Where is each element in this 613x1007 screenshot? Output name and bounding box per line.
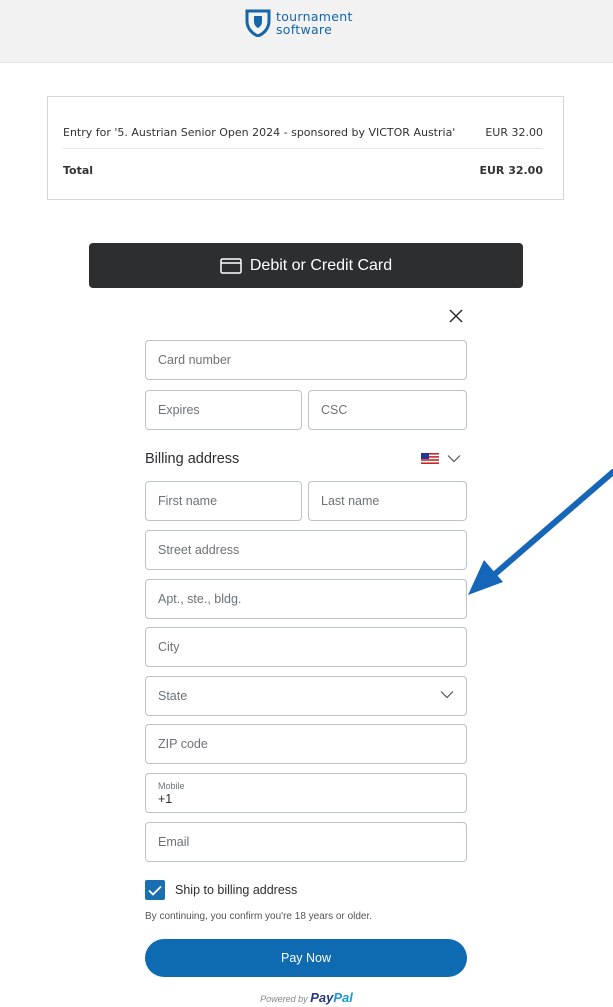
street-address-input[interactable]: Street address xyxy=(145,530,467,570)
pay-now-button[interactable]: Pay Now xyxy=(145,939,467,977)
apt-input[interactable]: Apt., ste., bldg. xyxy=(145,579,467,619)
mobile-input[interactable]: Mobile +1 xyxy=(145,773,467,813)
entry-label: Entry for '5. Austrian Senior Open 2024 … xyxy=(63,126,456,139)
total-label: Total xyxy=(63,164,94,177)
last-name-placeholder: Last name xyxy=(321,494,380,508)
city-placeholder: City xyxy=(158,640,180,654)
logo-line-2: software xyxy=(276,22,333,37)
order-summary: Entry for '5. Austrian Senior Open 2024 … xyxy=(47,96,564,200)
entry-amount: EUR 32.00 xyxy=(485,126,543,139)
header-bar: tournament software xyxy=(0,0,613,63)
close-icon[interactable] xyxy=(447,307,465,325)
state-placeholder: State xyxy=(158,689,188,703)
shield-logo-icon xyxy=(245,9,271,37)
card-number-placeholder: Card number xyxy=(158,353,231,367)
powered-by-paypal: Powered by PayPal xyxy=(0,990,613,1005)
expires-placeholder: Expires xyxy=(158,403,200,417)
age-disclaimer: By continuing, you confirm you're 18 yea… xyxy=(145,911,373,922)
card-number-input[interactable]: Card number xyxy=(145,340,467,380)
pay-now-label: Pay Now xyxy=(280,951,332,965)
expires-input[interactable]: Expires xyxy=(145,390,302,430)
ship-to-billing-label: Ship to billing address xyxy=(175,883,298,897)
powered-by-text: Powered by xyxy=(260,994,308,1004)
csc-input[interactable]: CSC xyxy=(308,390,467,430)
card-button-label: Debit or Credit Card xyxy=(249,256,393,274)
ship-to-billing-option: Ship to billing address xyxy=(145,880,297,900)
zip-code-input[interactable]: ZIP code xyxy=(145,724,467,764)
apt-placeholder: Apt., ste., bldg. xyxy=(158,592,242,606)
total-row: Total EUR 32.00 xyxy=(63,164,543,177)
checkmark-icon xyxy=(148,885,162,896)
email-placeholder: Email xyxy=(158,835,190,849)
chevron-down-icon xyxy=(440,691,454,699)
entry-row: Entry for '5. Austrian Senior Open 2024 … xyxy=(63,126,543,139)
credit-card-icon xyxy=(220,257,242,274)
us-flag-icon xyxy=(421,453,439,464)
total-amount: EUR 32.00 xyxy=(479,164,543,177)
billing-address-heading: Billing address xyxy=(145,451,240,467)
debit-credit-card-button[interactable]: Debit or Credit Card xyxy=(89,243,523,288)
country-selector[interactable] xyxy=(421,453,461,464)
first-name-input[interactable]: First name xyxy=(145,481,302,521)
logo-text: tournament software xyxy=(276,10,353,36)
state-select[interactable]: State xyxy=(145,676,467,716)
first-name-placeholder: First name xyxy=(158,494,218,508)
city-input[interactable]: City xyxy=(145,627,467,667)
mobile-value: +1 xyxy=(158,791,173,806)
csc-placeholder: CSC xyxy=(321,403,348,417)
mobile-label: Mobile xyxy=(158,780,185,791)
summary-divider xyxy=(63,148,543,149)
last-name-input[interactable]: Last name xyxy=(308,481,467,521)
tournament-software-logo[interactable]: tournament software xyxy=(245,9,353,37)
paypal-logo: PayPal xyxy=(310,990,353,1005)
email-input[interactable]: Email xyxy=(145,822,467,862)
ship-to-billing-checkbox[interactable] xyxy=(145,880,165,900)
zip-code-placeholder: ZIP code xyxy=(158,737,208,751)
street-address-placeholder: Street address xyxy=(158,543,240,557)
chevron-down-icon xyxy=(447,455,461,463)
paypal-logo-pay: Pay xyxy=(310,990,334,1005)
paypal-logo-pal: Pal xyxy=(333,990,353,1005)
